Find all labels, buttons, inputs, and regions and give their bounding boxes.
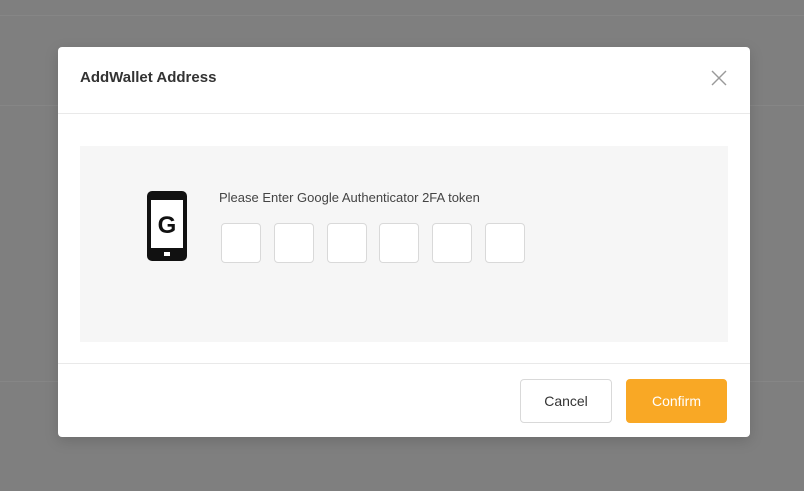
authenticator-panel: G Please Enter Google Authenticator 2FA …	[80, 146, 728, 342]
token-digit-1[interactable]	[221, 223, 261, 263]
close-button[interactable]	[708, 67, 730, 89]
background-divider	[0, 15, 804, 16]
token-digit-5[interactable]	[432, 223, 472, 263]
add-wallet-dialog: AddWallet Address G Please Enter Google …	[58, 47, 750, 437]
phone-icon-letter: G	[158, 212, 177, 239]
close-icon	[711, 70, 727, 86]
token-digit-6[interactable]	[485, 223, 525, 263]
token-digit-2[interactable]	[274, 223, 314, 263]
dialog-title: AddWallet Address	[80, 69, 217, 86]
token-digit-4[interactable]	[379, 223, 419, 263]
dialog-header: AddWallet Address	[58, 47, 750, 114]
token-digit-3[interactable]	[327, 223, 367, 263]
token-prompt: Please Enter Google Authenticator 2FA to…	[219, 190, 480, 205]
confirm-button[interactable]: Confirm	[626, 379, 727, 423]
cancel-button[interactable]: Cancel	[520, 379, 612, 423]
dialog-footer: Cancel Confirm	[58, 363, 750, 438]
google-authenticator-phone-icon: G	[147, 191, 187, 261]
